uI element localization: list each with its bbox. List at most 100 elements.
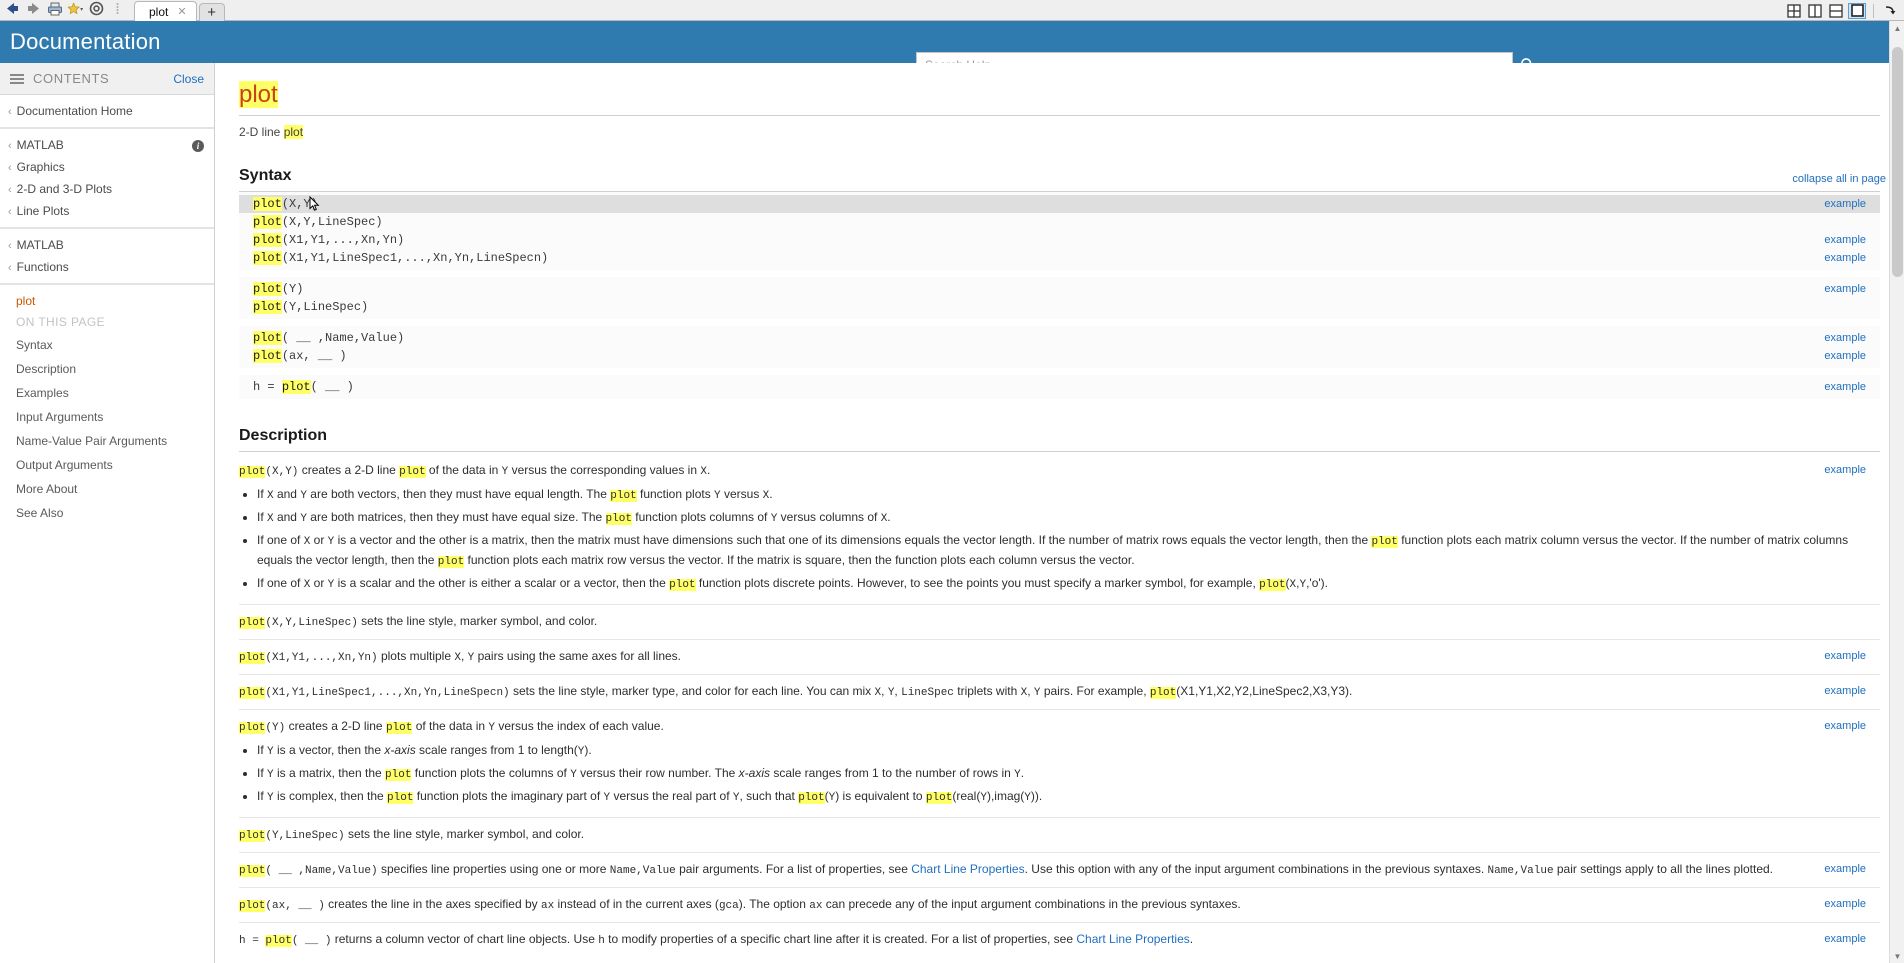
description-lead: plot( __ ,Name,Value) specifies line pro…	[239, 860, 1868, 880]
syntax-row[interactable]: plot(X,Y,LineSpec)	[239, 213, 1880, 231]
description-bullet: If Y is a matrix, then the plot function…	[257, 764, 1868, 784]
example-link[interactable]: example	[1824, 251, 1866, 265]
collapse-all-link[interactable]: collapse all in page	[1792, 173, 1886, 185]
example-link[interactable]: example	[1824, 349, 1866, 363]
description-bullet-list: If X and Y are both vectors, then they m…	[239, 485, 1868, 594]
lead-arguments: (ax, __ )	[265, 900, 325, 912]
syntax-function-name: plot	[253, 215, 282, 229]
scroll-up-arrow-icon[interactable]: ▲	[1890, 21, 1904, 35]
syntax-row[interactable]: h = plot( __ ) example	[239, 378, 1880, 396]
sidebar-item-syntax[interactable]: Syntax	[0, 333, 214, 357]
function-subtitle: 2-D line plot	[239, 125, 1880, 139]
sidebar-item-graphics[interactable]: ‹ Graphics	[0, 156, 214, 178]
inline-code: Y	[1024, 792, 1031, 804]
syntax-row[interactable]: plot( __ ,Name,Value) example	[239, 329, 1880, 347]
lead-arguments: ( __ )	[291, 935, 332, 947]
syntax-function-name: plot	[253, 197, 282, 211]
inline-code: Y	[603, 792, 611, 804]
inline-code: Y	[1014, 769, 1021, 781]
description-bullet: If X and Y are both matrices, then they …	[257, 508, 1868, 528]
example-link[interactable]: example	[1824, 282, 1866, 296]
layout-single-button[interactable]	[1848, 2, 1866, 19]
sidebar-item-see-also[interactable]: See Also	[0, 501, 214, 525]
syntax-row[interactable]: plot(Y) example	[239, 280, 1880, 298]
lead-arguments: (X,Y)	[265, 466, 299, 478]
grip-handle-icon[interactable]	[109, 0, 126, 17]
forward-arrow-icon[interactable]	[25, 0, 42, 17]
description-bullet: If one of X or Y is a vector and the oth…	[257, 531, 1868, 571]
emphasis: x-axis	[738, 766, 770, 780]
sidebar-item-examples[interactable]: Examples	[0, 381, 214, 405]
example-link[interactable]: example	[1824, 647, 1866, 665]
lead-arguments: (X,Y,LineSpec)	[265, 617, 358, 629]
example-link[interactable]: example	[1824, 380, 1866, 394]
example-link[interactable]: example	[1824, 461, 1866, 479]
syntax-arguments: (Y)	[281, 282, 304, 296]
chart-line-properties-link[interactable]: Chart Line Properties	[1076, 932, 1189, 946]
example-link[interactable]: example	[1824, 233, 1866, 247]
syntax-row[interactable]: plot(X1,Y1,...,Xn,Yn) example	[239, 231, 1880, 249]
inline-code: Y	[714, 490, 721, 502]
layout-two-horizontal-button[interactable]	[1827, 3, 1845, 19]
inline-code: plot	[610, 490, 637, 502]
print-icon[interactable]	[46, 0, 63, 17]
favorites-star-icon[interactable]	[67, 0, 84, 17]
description-item: plot(X,Y,LineSpec) sets the line style, …	[239, 605, 1880, 640]
close-icon[interactable]: ✕	[177, 5, 186, 18]
sidebar-item-matlab[interactable]: ‹ MATLAB i	[0, 134, 214, 156]
info-icon[interactable]: i	[192, 140, 204, 152]
sidebar-item-input-arguments[interactable]: Input Arguments	[0, 405, 214, 429]
scrollbar-thumb[interactable]	[1892, 47, 1903, 277]
close-sidebar-button[interactable]: Close	[173, 72, 204, 86]
description-item: plot( __ ,Name,Value) specifies line pro…	[239, 853, 1880, 888]
example-link[interactable]: example	[1824, 331, 1866, 345]
sidebar-item-name-value-pair-arguments[interactable]: Name-Value Pair Arguments	[0, 429, 214, 453]
function-title-text: plot	[239, 81, 278, 108]
sidebar-item-label: Graphics	[16, 160, 65, 174]
back-arrow-icon[interactable]	[4, 0, 21, 17]
undock-arrow-icon[interactable]	[1881, 3, 1899, 19]
layout-quad-button[interactable]	[1785, 3, 1803, 19]
syntax-arguments: (X,Y)	[281, 197, 318, 211]
on-this-page-nav: plot ON THIS PAGE Syntax Description Exa…	[0, 285, 214, 525]
syntax-group: h = plot( __ ) example	[239, 375, 1880, 399]
tab-plot[interactable]: plot ✕	[134, 1, 197, 21]
example-link[interactable]: example	[1824, 930, 1866, 948]
example-link[interactable]: example	[1824, 895, 1866, 913]
vertical-scrollbar[interactable]: ▲ ▼	[1889, 21, 1904, 963]
example-link[interactable]: example	[1824, 717, 1866, 735]
sidebar-item-plot-current[interactable]: plot	[0, 291, 214, 311]
syntax-arguments: ( __ )	[310, 380, 354, 394]
inline-code: gca	[718, 900, 739, 912]
sidebar-item-2d-and-3d-plots[interactable]: ‹ 2-D and 3-D Plots	[0, 178, 214, 200]
syntax-row[interactable]: plot(Y,LineSpec)	[239, 298, 1880, 316]
sidebar-item-line-plots[interactable]: ‹ Line Plots	[0, 200, 214, 222]
inline-code: Y	[267, 746, 274, 758]
example-link[interactable]: example	[1824, 860, 1866, 878]
new-tab-button[interactable]: +	[198, 3, 225, 21]
chart-line-properties-link[interactable]: Chart Line Properties	[911, 862, 1024, 876]
hamburger-menu-icon[interactable]	[10, 73, 24, 84]
lead-text: specifies line properties using one or m…	[380, 862, 1774, 877]
example-link[interactable]: example	[1824, 682, 1866, 700]
sidebar-item-more-about[interactable]: More About	[0, 477, 214, 501]
inline-code: plot	[385, 722, 413, 734]
sidebar-item-matlab-functions-root[interactable]: ‹ MATLAB	[0, 234, 214, 256]
sidebar-item-documentation-home[interactable]: ‹ Documentation Home	[0, 100, 214, 122]
example-link[interactable]: example	[1824, 197, 1866, 211]
inline-code: Y	[300, 513, 307, 525]
sidebar-item-description[interactable]: Description	[0, 357, 214, 381]
description-lead: plot(ax, __ ) creates the line in the ax…	[239, 895, 1868, 915]
syntax-row[interactable]: plot(ax, __ ) example	[239, 347, 1880, 365]
inline-code: Y	[327, 579, 335, 591]
sidebar-item-functions[interactable]: ‹ Functions	[0, 256, 214, 278]
syntax-row[interactable]: plot(X1,Y1,LineSpec1,...,Xn,Yn,LineSpecn…	[239, 249, 1880, 267]
gear-icon[interactable]	[88, 0, 105, 17]
sidebar-item-output-arguments[interactable]: Output Arguments	[0, 453, 214, 477]
subtitle-prefix: 2-D line	[239, 125, 284, 139]
sidebar: CONTENTS Close ‹ Documentation Home ‹ MA…	[0, 63, 215, 963]
nav-breadcrumb-group-2: ‹ MATLAB ‹ Functions	[0, 229, 214, 283]
scroll-down-arrow-icon[interactable]: ▼	[1890, 949, 1904, 963]
syntax-row[interactable]: plot(X,Y) example	[239, 195, 1880, 213]
layout-two-vertical-button[interactable]	[1806, 3, 1824, 19]
